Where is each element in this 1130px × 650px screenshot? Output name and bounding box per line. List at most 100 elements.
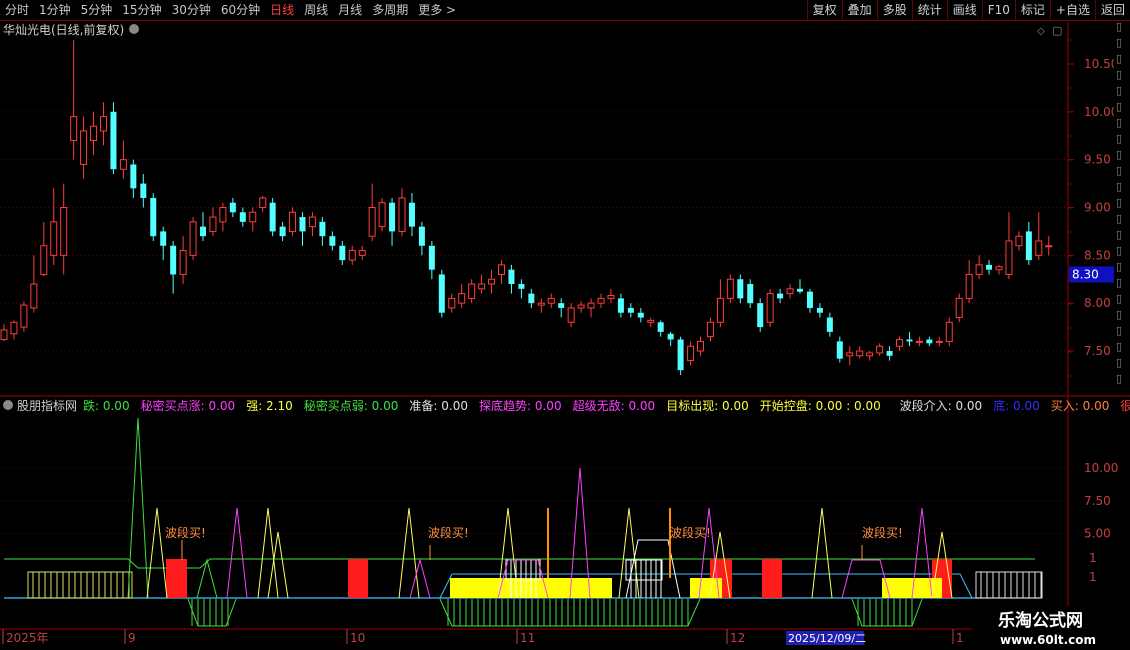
candle-body xyxy=(697,340,704,352)
indicator-item-1: 秘密买点涨: 0.00 xyxy=(141,398,236,413)
candle-body xyxy=(547,297,555,304)
price-tick-1: 10.00 xyxy=(1084,105,1118,119)
candle-body xyxy=(896,339,903,347)
candle-body xyxy=(518,284,525,289)
candle-body xyxy=(975,264,983,275)
candle-body xyxy=(716,297,724,323)
tab-9[interactable]: 多周期 xyxy=(367,0,413,20)
side-glyph: ▯ xyxy=(1116,276,1122,289)
indicator-item-2: 强: 2.10 xyxy=(246,399,293,413)
side-glyph: ▯ xyxy=(1116,260,1122,273)
candle-body xyxy=(368,207,376,237)
indicator-item-9: 波段介入: 0.00 xyxy=(900,398,983,413)
price-tick-6: 7.50 xyxy=(1084,344,1111,358)
ind-tick-0: 10.00 xyxy=(1084,461,1118,475)
candle-body xyxy=(627,307,634,313)
indicator-item-10: 底: 0.00 xyxy=(993,398,1040,413)
candle-body xyxy=(995,266,1003,271)
tab-2[interactable]: 5分钟 xyxy=(76,0,118,20)
candle-body xyxy=(468,283,476,299)
side-glyph: ▯ xyxy=(1116,164,1122,177)
candle-body xyxy=(279,226,286,237)
candle-body xyxy=(219,207,227,223)
candle-body xyxy=(100,116,107,132)
candle-body xyxy=(777,293,784,299)
side-glyph: ▯ xyxy=(1116,84,1122,97)
candle-body xyxy=(458,293,466,304)
tab-8[interactable]: 月线 xyxy=(333,0,367,20)
candle-body xyxy=(926,339,933,344)
candle-body xyxy=(906,339,913,342)
side-glyph: ▯ xyxy=(1116,244,1122,257)
candle-body xyxy=(339,245,346,261)
chart-area[interactable]: 10.50 10.00 9.50 9.00 8.50 8.00 7.50 8.30 ▯ ▯ ▯ ▯ ▯ ▯… xyxy=(0,0,1130,650)
indicator-item-0: 跌: 0.00 xyxy=(83,398,130,413)
candle-body xyxy=(40,245,48,275)
ind-red-block-1 xyxy=(348,559,368,598)
candle-body xyxy=(308,216,316,228)
tab-7[interactable]: 周线 xyxy=(299,0,333,20)
candle-body xyxy=(757,303,764,328)
candle-body xyxy=(189,221,197,256)
tab-4[interactable]: 30分钟 xyxy=(167,0,216,20)
tab-3[interactable]: 15分钟 xyxy=(117,0,166,20)
candle-body xyxy=(249,211,257,223)
ind-spike xyxy=(127,417,149,599)
candle-body xyxy=(239,212,246,222)
toolbar: 分时 1分钟 5分钟 15分钟 30分钟 60分钟 日线 周线 月线 多周期 更多 > 复权 叠加 多股… xyxy=(0,0,1130,21)
toolbar-button-1[interactable]: 叠加 xyxy=(841,0,877,20)
toolbar-button-4[interactable]: 画线 xyxy=(946,0,982,20)
candle-body xyxy=(200,226,206,237)
tab-1[interactable]: 1分钟 xyxy=(34,0,76,20)
candle-body xyxy=(259,197,267,209)
candle-body xyxy=(965,273,973,299)
candle-body xyxy=(647,319,655,323)
candle-body xyxy=(30,283,38,309)
candle-body xyxy=(438,274,445,313)
candle-body xyxy=(140,183,147,198)
candle-body xyxy=(70,116,78,142)
candle-body xyxy=(577,304,585,309)
candle-body xyxy=(528,293,535,304)
candle-body xyxy=(537,302,545,306)
side-glyph: ▯ xyxy=(1116,148,1122,161)
candle-body xyxy=(448,297,456,309)
candle-body xyxy=(637,312,644,318)
tab-5[interactable]: 60分钟 xyxy=(216,0,265,20)
toolbar-button-8[interactable]: 返回 xyxy=(1094,0,1130,20)
tab-6[interactable]: 日线 xyxy=(265,0,299,20)
side-glyph: ▯ xyxy=(1116,196,1122,209)
side-glyph: ▯ xyxy=(1116,36,1122,49)
candle-body xyxy=(90,125,98,142)
toolbar-button-7[interactable]: +自选 xyxy=(1049,0,1095,20)
price-tick-2: 9.50 xyxy=(1084,153,1111,167)
side-glyph: ▯ xyxy=(1116,212,1122,225)
side-glyph: ▯ xyxy=(1116,228,1122,241)
price-tick-0: 10.50 xyxy=(1084,57,1118,71)
side-glyph: ▯ xyxy=(1116,52,1122,65)
toolbar-button-6[interactable]: 标记 xyxy=(1014,0,1050,20)
date-label-2: 10 xyxy=(350,631,365,645)
watermark-url: www.60lt.com xyxy=(1000,633,1096,647)
candle-body xyxy=(348,250,356,261)
candle-body xyxy=(1045,245,1053,248)
tab-0[interactable]: 分时 xyxy=(0,0,34,20)
candle-body xyxy=(299,217,306,232)
candle-body xyxy=(229,202,236,213)
indicator-item-7: 目标出现: 0.00 xyxy=(666,399,749,413)
date-label-3: 11 xyxy=(520,631,535,645)
candle-body xyxy=(269,202,276,232)
ind-tick-1: 7.50 xyxy=(1084,494,1111,508)
candle-body xyxy=(726,278,734,299)
cursor-date: 2025/12/09/二 xyxy=(788,632,866,645)
toolbar-button-5[interactable]: F10 xyxy=(981,0,1015,20)
current-price: 8.30 xyxy=(1072,267,1099,281)
ind-spike xyxy=(267,531,289,599)
indicator-dropdown-icon xyxy=(3,400,13,410)
candle-body xyxy=(508,269,515,285)
toolbar-button-3[interactable]: 统计 xyxy=(911,0,947,20)
window-icon: ▢ xyxy=(1052,24,1062,37)
toolbar-button-2[interactable]: 多股 xyxy=(876,0,912,20)
toolbar-button-0[interactable]: 复权 xyxy=(806,0,842,20)
tab-10[interactable]: 更多 > xyxy=(413,0,461,20)
